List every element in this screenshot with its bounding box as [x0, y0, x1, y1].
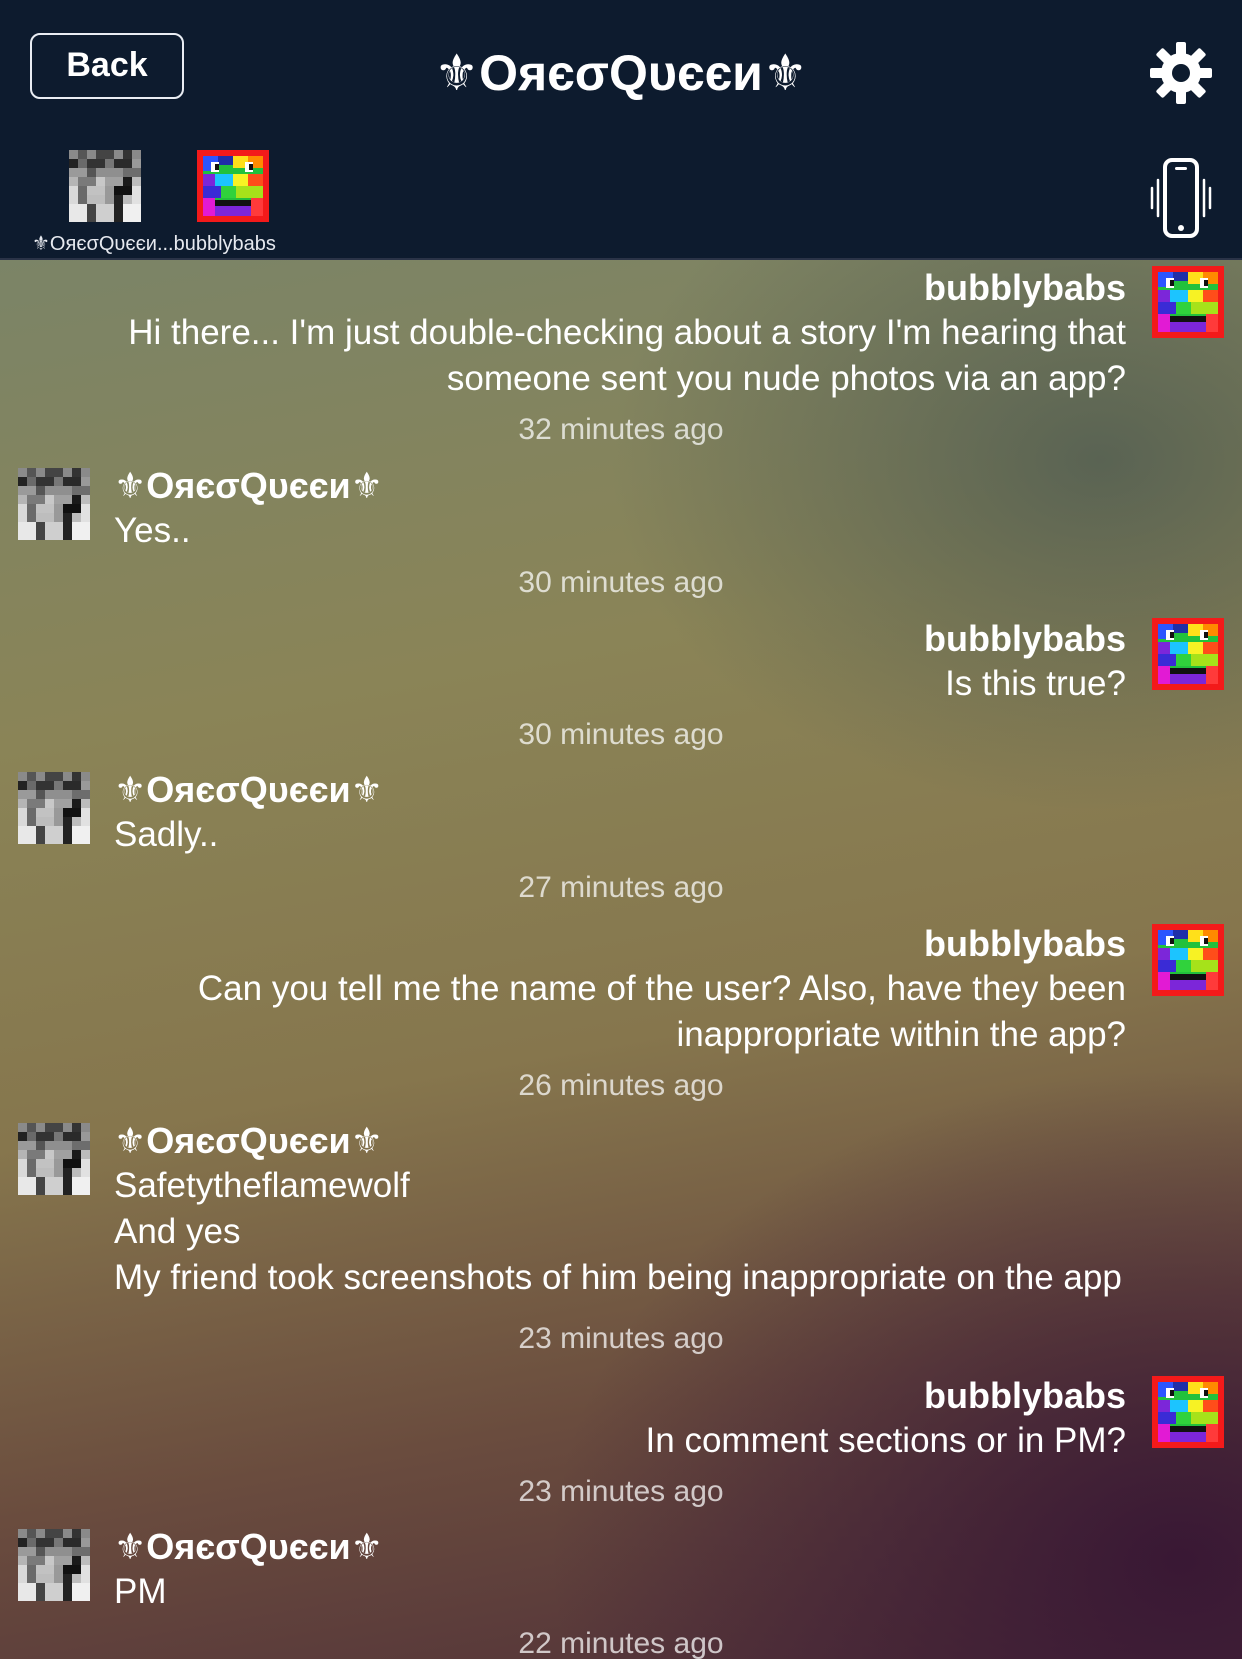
sender-name: ⚜ОяєσQυєєи⚜ — [114, 465, 383, 506]
sender-name: bubblybabs — [923, 923, 1126, 964]
avatar[interactable] — [1152, 266, 1224, 338]
message-bubbly: bubblybabs Is this true? — [26, 617, 1126, 707]
timestamp: 32 minutes ago — [518, 413, 724, 446]
timestamp: 22 minutes ago — [518, 1627, 724, 1659]
back-button[interactable]: Back — [30, 33, 184, 99]
avatar[interactable] — [18, 772, 90, 844]
participant-avatar-oreo[interactable] — [69, 150, 141, 222]
sender-name: ⚜ОяєσQυєєи⚜ — [114, 1120, 383, 1161]
avatar[interactable] — [1152, 618, 1224, 690]
message-oreo: ⚜ОяєσQυєєи⚜ Sadly.. — [114, 768, 1214, 858]
message-text: inappropriate within the app? — [676, 1015, 1126, 1054]
message-bubbly: bubblybabs Hi there... I'm just double-c… — [26, 266, 1126, 402]
message-text: Can you tell me the name of the user? Al… — [197, 969, 1126, 1008]
message-text: someone sent you nude photos via an app? — [446, 359, 1126, 398]
message-bubbly: bubblybabs In comment sections or in PM? — [26, 1374, 1126, 1464]
message-text: And yes — [114, 1212, 241, 1251]
page-title: ⚜ОяєσQυєєи⚜ — [434, 45, 808, 101]
chat-header: Back ⚜ОяєσQυєєи⚜ ⚜OяєσQυєєи...bubblybabs — [0, 0, 1242, 260]
timestamp: 27 minutes ago — [518, 871, 724, 904]
sender-name: ⚜ОяєσQυєєи⚜ — [114, 1526, 383, 1567]
avatar[interactable] — [1152, 924, 1224, 996]
timestamp: 30 minutes ago — [518, 718, 724, 751]
participants-label: ⚜OяєσQυєєи...bubblybabs — [32, 233, 276, 255]
sender-name: bubblybabs — [923, 1375, 1126, 1416]
message-text: Hi there... I'm just double-checking abo… — [128, 313, 1126, 352]
sender-name: bubblybabs — [923, 618, 1126, 659]
message-text: Is this true? — [945, 664, 1126, 703]
sender-name: ⚜ОяєσQυєєи⚜ — [114, 769, 383, 810]
timestamp: 23 minutes ago — [518, 1475, 724, 1508]
message-text: Safetytheflamewolf — [114, 1166, 410, 1205]
message-text: My friend took screenshots of him being … — [114, 1258, 1122, 1297]
message-text: Sadly.. — [114, 815, 219, 854]
timestamp: 23 minutes ago — [518, 1322, 724, 1355]
avatar[interactable] — [1152, 1376, 1224, 1448]
participant-avatar-bubbly[interactable] — [197, 150, 269, 222]
message-text: Yes.. — [114, 511, 191, 550]
message-oreo: ⚜ОяєσQυєєи⚜ PM — [114, 1525, 1214, 1615]
avatar[interactable] — [18, 1123, 90, 1195]
message-oreo: ⚜ОяєσQυєєи⚜ Yes.. — [114, 464, 1214, 554]
message-bubbly: bubblybabs Can you tell me the name of t… — [26, 922, 1126, 1058]
gear-icon[interactable] — [1148, 40, 1214, 106]
timestamp: 30 minutes ago — [518, 566, 724, 599]
phone-vibrate-icon[interactable] — [1148, 158, 1214, 238]
message-oreo: ⚜ОяєσQυєєи⚜ Safetytheflamewolf And yes M… — [114, 1119, 1224, 1301]
sender-name: bubblybabs — [923, 267, 1126, 308]
message-text: PM — [114, 1572, 167, 1611]
message-list[interactable]: bubblybabs Hi there... I'm just double-c… — [0, 260, 1242, 1659]
avatar[interactable] — [18, 1529, 90, 1601]
timestamp: 26 minutes ago — [518, 1069, 724, 1102]
avatar[interactable] — [18, 468, 90, 540]
message-text: In comment sections or in PM? — [645, 1421, 1126, 1460]
